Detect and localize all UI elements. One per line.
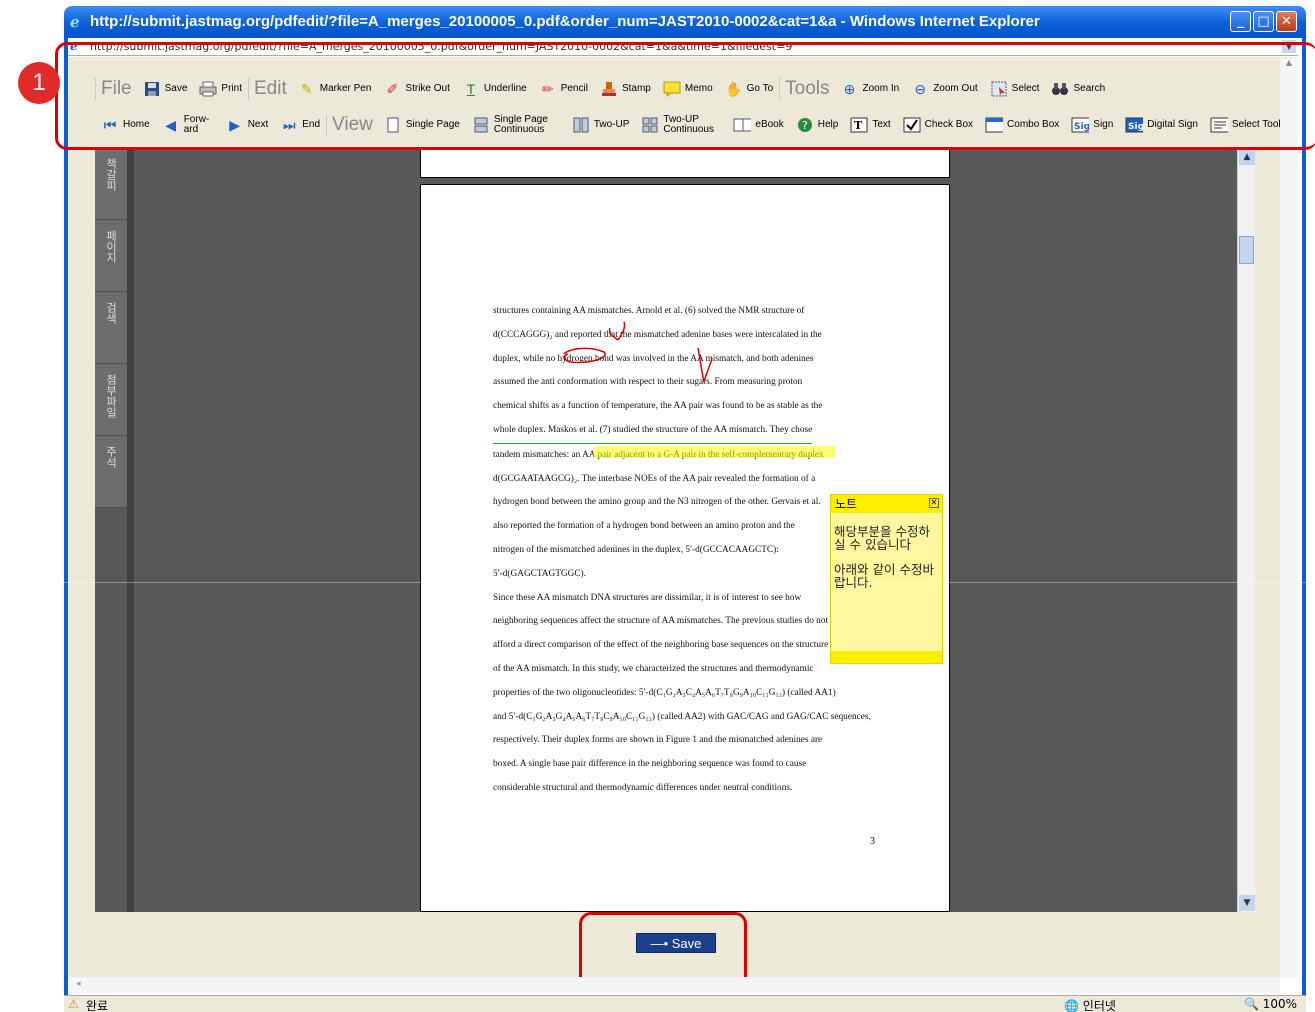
status-bar: ⚠ 완료 🌐 인터넷 🔍 100% ▾ — [64, 995, 1306, 1012]
text-line-underlined: whole duplex. Maskos et al. (7) studied … — [493, 419, 813, 444]
side-panel-splitter[interactable] — [127, 148, 134, 912]
scroll-down-icon[interactable]: ▼ — [1239, 895, 1255, 911]
warning-icon: ⚠ — [68, 997, 79, 1011]
zone-label: 인터넷 — [1082, 999, 1116, 1012]
globe-icon: 🌐 — [1064, 999, 1079, 1012]
note-body[interactable]: 해당부분을 수정하실 수 있습니다 아래와 같이 수정바랍니다. — [831, 513, 942, 589]
tab-pages-label: 페이지 — [104, 230, 118, 263]
tab-attachments[interactable]: 첨부파일 — [95, 364, 127, 436]
text-line: of the AA mismatch. In this study, we ch… — [493, 663, 814, 674]
zoom-level[interactable]: 🔍 100% ▾ — [1244, 997, 1306, 1012]
tab-attachments-label: 첨부파일 — [104, 374, 118, 418]
page-vertical-scrollbar[interactable]: ▲ — [1280, 58, 1298, 978]
text-line: boxed. A single base pair difference in … — [493, 759, 807, 770]
pencil-annotation[interactable] — [560, 318, 720, 388]
tab-search[interactable]: 검색 — [95, 292, 127, 364]
window-titlebar: ℯ http://submit.jastmag.org/pdfedit/?fil… — [64, 6, 1306, 38]
text-line: d(GCGAATAAGCG)₂. The interbase NOEs of t… — [493, 473, 816, 484]
ie-icon: ℯ — [70, 13, 80, 31]
tab-bookmarks[interactable]: 책갈피 — [95, 148, 127, 220]
text-line: considerable structural and thermodynami… — [493, 782, 793, 793]
text-line: chemical shifts as a function of tempera… — [493, 401, 823, 412]
tab-bookmarks-label: 책갈피 — [104, 158, 118, 191]
maximize-button[interactable]: □ — [1253, 11, 1274, 32]
text-line: also reported the formation of a hydroge… — [493, 521, 795, 532]
note-header[interactable]: 노트 ✕ — [831, 495, 942, 513]
zoom-label: 100% — [1262, 997, 1298, 1011]
text-line: afford a direct comparison of the effect… — [493, 640, 829, 651]
side-tabs: 책갈피 페이지 검색 첨부파일 주석 — [95, 148, 127, 508]
note-close-icon[interactable]: ✕ — [929, 498, 939, 508]
note-text-2: 아래와 같이 수정바랍니다. — [834, 562, 934, 590]
tab-pages[interactable]: 페이지 — [95, 220, 127, 292]
scroll-left-icon[interactable]: ◂ — [76, 979, 81, 989]
highlight-annotation[interactable] — [593, 446, 835, 458]
text-line: properties of the two oligonucleotides: … — [493, 687, 836, 698]
tab-annotations[interactable]: 주석 — [95, 436, 127, 508]
close-window-button[interactable]: ✕ — [1276, 11, 1297, 32]
text-line: nitrogen of the mismatched adenines in t… — [493, 544, 779, 555]
minimize-button[interactable]: _ — [1230, 11, 1251, 32]
note-footer — [831, 651, 942, 663]
tab-annotations-label: 주석 — [104, 446, 118, 468]
scroll-up-icon[interactable]: ▲ — [1239, 149, 1255, 165]
horizontal-scrollbar[interactable]: ◂ — [68, 977, 1280, 993]
security-zone: 🌐 인터넷 — [1064, 997, 1116, 1012]
zoom-icon: 🔍 — [1244, 997, 1259, 1011]
window-title: http://submit.jastmag.org/pdfedit/?file=… — [90, 13, 1040, 30]
text-line: Since these AA mismatch DNA structures a… — [493, 592, 802, 603]
previous-page-bottom — [420, 148, 950, 178]
step-marker: 1 — [18, 62, 60, 104]
image-seam — [0, 582, 1315, 583]
text-line: neighboring sequences affect the structu… — [493, 616, 829, 627]
scroll-thumb[interactable] — [1239, 236, 1254, 264]
status-text: 완료 — [86, 999, 109, 1012]
note-title: 노트 — [835, 497, 858, 511]
text-line: and 5′-d(C₁G₂A₃G₄A₅A₆T₇T₈C₉A₁₀C₁₁G₁₂) (c… — [493, 711, 871, 722]
viewer-vertical-scrollbar[interactable]: ▲ ▼ — [1237, 148, 1255, 912]
window-frame-right — [1302, 38, 1306, 998]
note-text-1: 해당부분을 수정하실 수 있습니다 — [834, 524, 930, 552]
tab-search-label: 검색 — [104, 302, 118, 324]
text-line: hydrogen bond between the amino group an… — [493, 497, 821, 508]
toolbar-highlight-box — [55, 42, 1315, 150]
page-number: 3 — [870, 836, 875, 847]
text-line: respectively. Their duplex forms are sho… — [493, 735, 823, 746]
note-popup[interactable]: 노트 ✕ 해당부분을 수정하실 수 있습니다 아래와 같이 수정바랍니다. — [830, 494, 943, 664]
